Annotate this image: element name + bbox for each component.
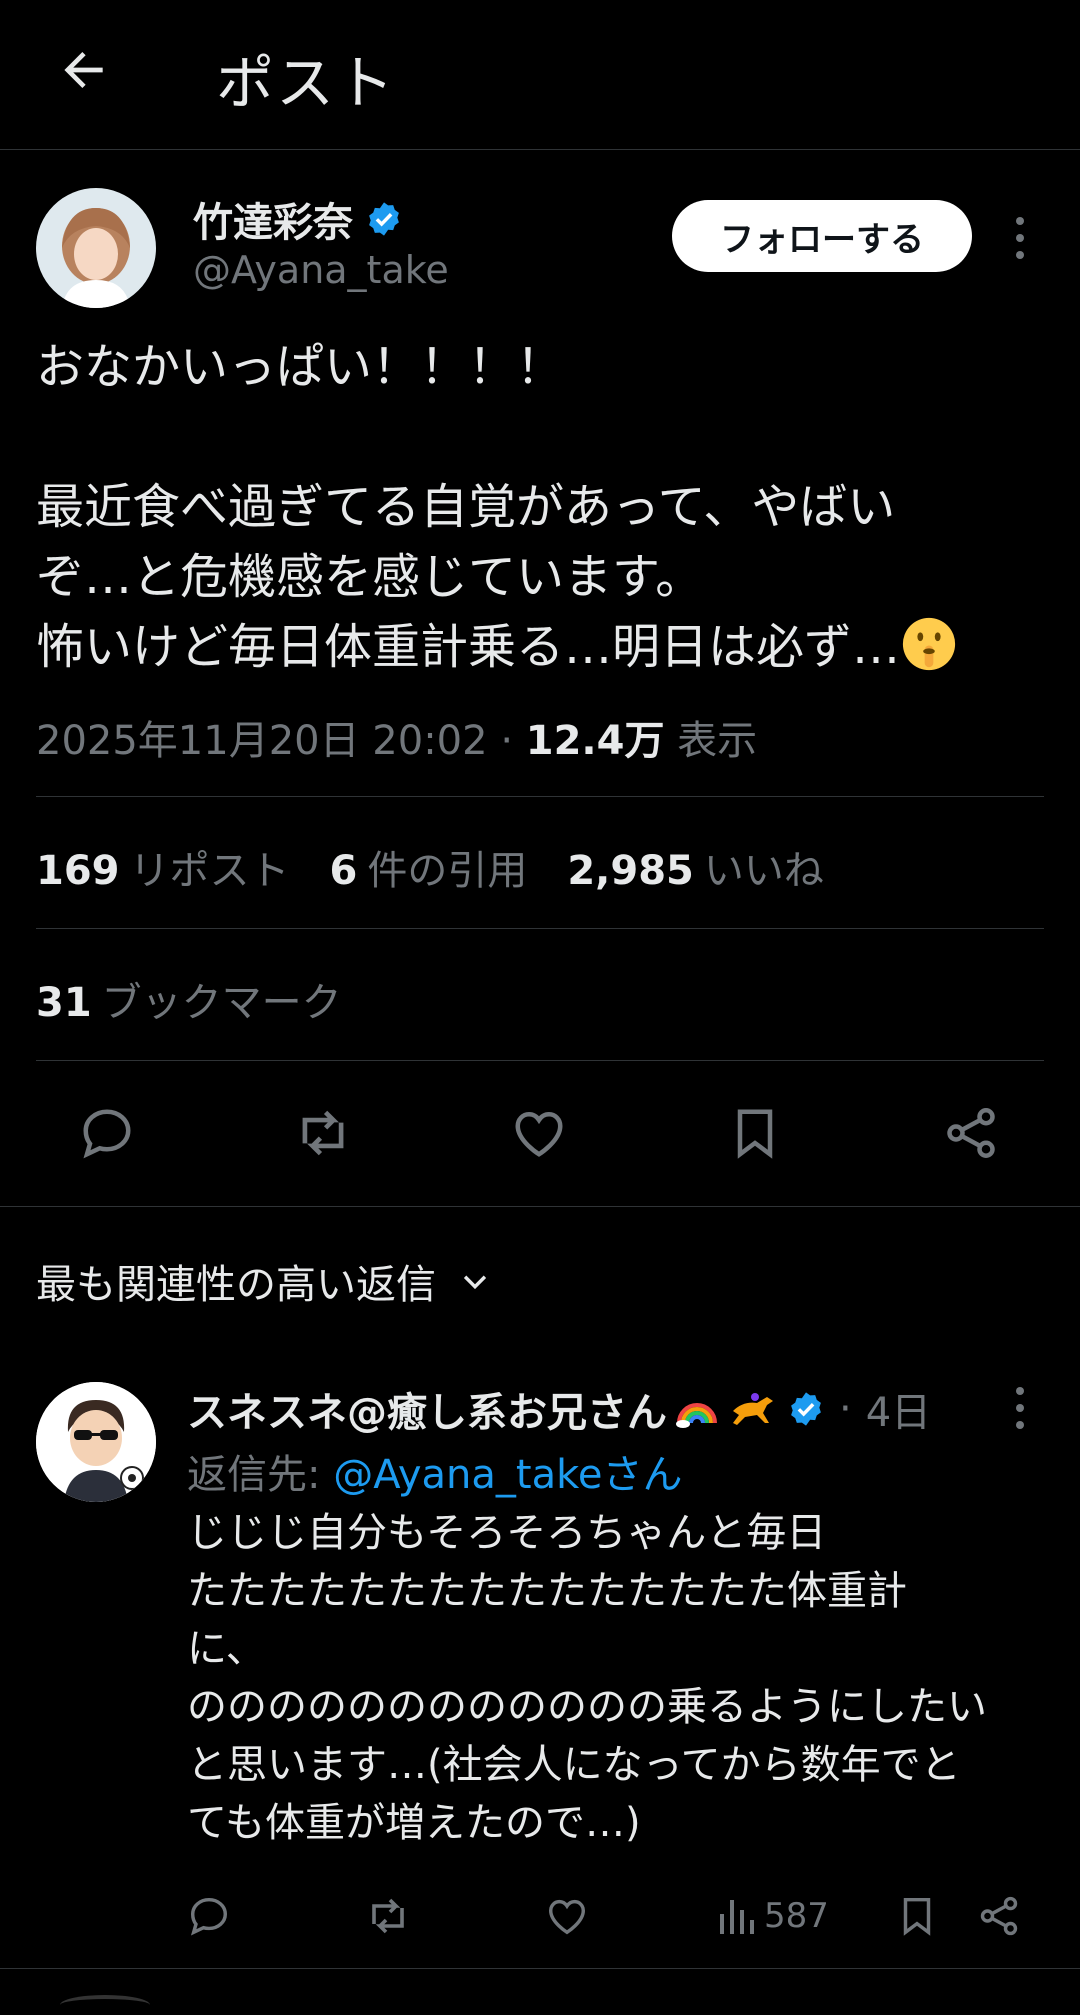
replying-prefix: 返信先: [187, 1452, 334, 1498]
reply-like-button[interactable] [544, 1888, 590, 1944]
reply-views-count: 587 [764, 1896, 829, 1936]
reply-avatar[interactable] [36, 1382, 156, 1502]
reply-line: に、 [187, 1626, 266, 1672]
post-text: おなかいっぱい！！！！ 最近食べ過ぎてる自覚があって、やばい ぞ…と危機感を感じ… [36, 332, 1046, 682]
reply-action-bar: 587 [0, 1888, 1080, 1948]
post-action-bar [0, 1098, 1080, 1172]
post-line-with-emoji: 怖いけど毎日体重計乗る…明日は必ず… [36, 612, 1046, 682]
bookmark-icon [903, 1897, 931, 1936]
share-icon [947, 1108, 995, 1158]
share-icon [980, 1896, 1018, 1936]
post-line: 怖いけど毎日体重計乗る…明日は必ず… [36, 619, 901, 675]
arrow-left-icon [64, 52, 103, 88]
author-name-row[interactable]: 竹達彩奈 [193, 190, 403, 248]
verified-badge-icon [791, 1392, 821, 1426]
like-icon [515, 1111, 563, 1157]
divider [36, 1060, 1044, 1061]
reply-icon [190, 1897, 228, 1936]
views-count: 12.4万 [525, 718, 665, 764]
reply-reply-button[interactable] [186, 1888, 232, 1944]
chevron-down-icon [463, 1275, 487, 1290]
post-meta: 2025年11月20日 20:02 · 12.4万 表示 [36, 708, 757, 766]
reply-line: たたたたたたたたたたたたたたた体重計 [187, 1568, 907, 1614]
reply-line: じじじ自分もそろそろちゃんと毎日 [187, 1510, 827, 1556]
replies-sort-dropdown[interactable]: 最も関連性の高い返信 [36, 1252, 492, 1310]
post-line: 最近食べ過ぎてる自覚があって、やばい [36, 479, 896, 535]
repost-button[interactable] [288, 1098, 358, 1168]
bookmark-button[interactable] [720, 1098, 790, 1168]
reply-share-button[interactable] [976, 1888, 1022, 1944]
views-label: 表示 [677, 718, 758, 764]
reply-header: スネスネ@癒し系お兄さん · 4日 [187, 1380, 931, 1438]
reply-icon [83, 1109, 131, 1159]
replying-to: 返信先: @Ayana_takeさん [187, 1442, 682, 1500]
verified-badge-icon [369, 202, 399, 236]
reply-more-options-icon[interactable] [1004, 1378, 1036, 1438]
bookmark-icon [737, 1109, 773, 1159]
reply-repost-button[interactable] [364, 1888, 412, 1944]
author-handle[interactable]: @Ayana_take [193, 248, 449, 292]
bookmarks-stat[interactable]: 31 ブックマーク [36, 970, 342, 1028]
reply-author-name[interactable]: スネスネ@癒し系お兄さん [187, 1380, 667, 1438]
likes-stat[interactable]: 2,985 いいね [567, 838, 824, 896]
reposts-stat[interactable]: 169 リポスト [36, 838, 290, 896]
reply-line: と思います…(社会人になってから数年でと [187, 1742, 961, 1788]
reply-line: ても体重が増えたので…) [187, 1800, 641, 1846]
rainbow-icon [676, 1403, 717, 1428]
top-bar: ポスト [0, 0, 1080, 150]
post-line [36, 402, 1046, 472]
horse-racing-icon [733, 1393, 773, 1425]
author-avatar[interactable] [36, 188, 156, 308]
post-line: ぞ…と危機感を感じています。 [36, 549, 704, 605]
reply-timestamp[interactable]: 4日 [866, 1380, 931, 1438]
like-button[interactable] [504, 1098, 574, 1168]
shushing-face-icon [902, 617, 956, 671]
meta-separator: · [500, 718, 514, 764]
divider [36, 928, 1044, 929]
reply-bookmark-button[interactable] [894, 1888, 940, 1944]
follow-button[interactable]: フォローする [672, 200, 972, 272]
reply-views-button[interactable]: 587 [718, 1888, 829, 1944]
more-options-icon[interactable] [1004, 208, 1036, 268]
share-button[interactable] [936, 1098, 1006, 1168]
reply-button[interactable] [72, 1098, 142, 1168]
quotes-stat[interactable]: 6 件の引用 [330, 838, 528, 896]
reply-line: のののののののののののの乗るようにしたい [187, 1684, 987, 1730]
author-name[interactable]: 竹達彩奈 [193, 190, 353, 248]
like-icon [548, 1899, 586, 1935]
repost-icon [302, 1110, 344, 1156]
section-divider [0, 1206, 1080, 1207]
reply-time-separator: · [839, 1386, 852, 1432]
section-divider [0, 1968, 1080, 1969]
post-stats: 169 リポスト 6 件の引用 2,985 いいね [36, 838, 824, 896]
replying-to-link[interactable]: @Ayana_takeさん [333, 1452, 682, 1498]
page-title: ポスト [216, 49, 397, 117]
reply-text: じじじ自分もそろそろちゃんと毎日 たたたたたたたたたたたたたたた体重計 に、 の… [187, 1504, 1047, 1852]
back-button[interactable] [52, 38, 116, 102]
post-line: おなかいっぱい！！！！ [36, 339, 565, 395]
repost-icon [372, 1898, 404, 1934]
replies-sort-label: 最も関連性の高い返信 [36, 1262, 436, 1308]
views-chart-icon [720, 1900, 754, 1934]
divider [36, 796, 1044, 797]
next-reply-avatar [60, 1995, 150, 2015]
post-timestamp[interactable]: 2025年11月20日 20:02 [36, 718, 488, 764]
